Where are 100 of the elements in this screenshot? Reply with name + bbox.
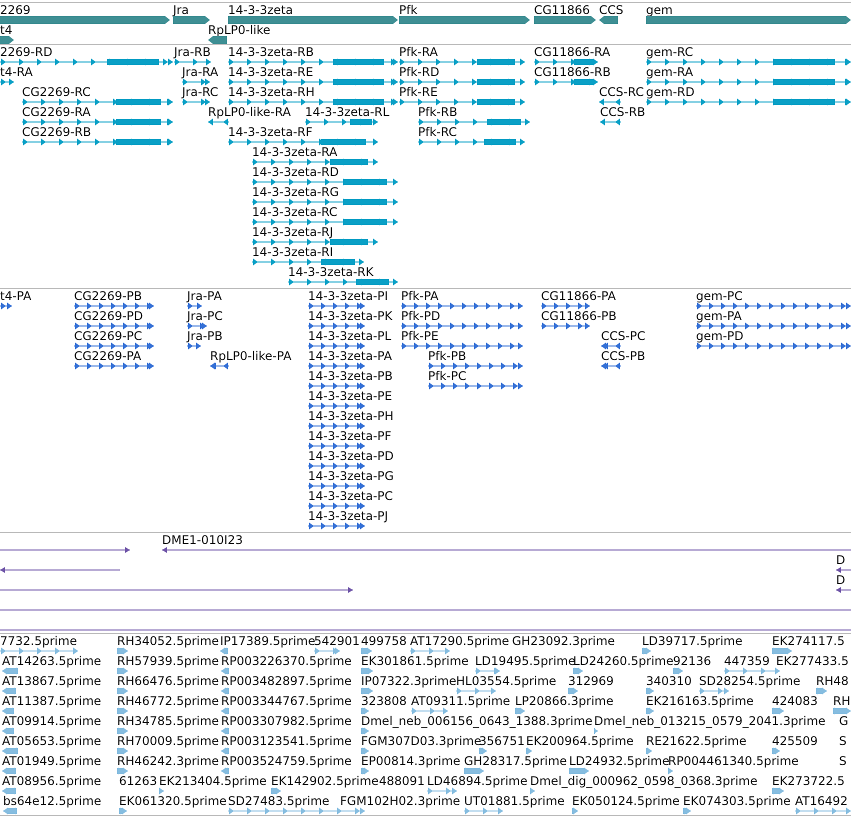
protein-label: gem-PC — [696, 289, 743, 303]
protein-label: 14-3-3zeta-PD — [308, 449, 394, 463]
transcript-label: CG2269-RC — [22, 85, 91, 99]
est-label: RP003482897.5prime — [221, 674, 352, 688]
transcript-label: gem-RA — [646, 65, 694, 79]
est-label: RE21622.5prime — [646, 734, 746, 748]
transcript-label: Pfk-RD — [399, 65, 440, 79]
protein-label: 14-3-3zeta-PA — [308, 349, 392, 363]
protein-label: CCS-PC — [601, 329, 646, 343]
est-label: AT11387.5prime — [2, 694, 102, 708]
est-label: 312969 — [568, 674, 614, 688]
transcript-label: CG11866-RB — [534, 65, 611, 79]
est-label: GH23092.3prime — [512, 634, 615, 648]
clone-label: D — [836, 553, 846, 567]
est-label: S — [839, 754, 847, 768]
est-label: AT16492 — [795, 794, 848, 808]
clone-label: DME1-010I23 — [162, 533, 243, 547]
protein-label: 14-3-3zeta-PC — [308, 489, 393, 503]
est-label: 424083 — [772, 694, 818, 708]
est-label: 92136 — [673, 654, 712, 668]
est-label: LD19495.5prime — [475, 654, 576, 668]
est-label: 542901 — [314, 634, 360, 648]
est-label: 323808 — [361, 694, 407, 708]
protein-label: gem-PD — [696, 329, 744, 343]
est-label: UT01881.5prime — [464, 794, 565, 808]
est-label: EK074303.5prime — [683, 794, 791, 808]
protein-label: 14-3-3zeta-PI — [308, 289, 388, 303]
protein-label: 14-3-3zeta-PB — [308, 369, 393, 383]
protein-label: Jra-PC — [187, 309, 223, 323]
est-label: AT09311.5prime — [411, 694, 510, 708]
est-label: 340310 — [646, 674, 692, 688]
protein-label: CG2269-PB — [74, 289, 142, 303]
est-label: RH66476.5prime — [117, 674, 219, 688]
protein-label: RpLP0-like-PA — [210, 349, 292, 363]
est-label: FGM307D03.3prime — [361, 734, 482, 748]
est-label: LD24260.5prime — [573, 654, 674, 668]
gene-label: t4 — [0, 23, 12, 37]
est-label: FGM102H02.3prime — [340, 794, 460, 808]
transcript-label: Pfk-RA — [399, 45, 438, 59]
gene-label: RpLP0-like — [208, 23, 270, 37]
gene-label: Pfk — [399, 3, 418, 17]
gene-label: 14-3-3zeta — [228, 3, 293, 17]
gene-label: gem — [646, 3, 673, 17]
gene-label: Jra — [173, 3, 189, 17]
protein-label: 14-3-3zeta-PJ — [308, 509, 388, 523]
est-label: RH46242.3prime — [117, 754, 219, 768]
transcript-label: t4-RA — [0, 65, 33, 79]
transcript-label: Pfk-RB — [418, 105, 458, 119]
gene-label: CG11866 — [534, 3, 590, 17]
transcript-label: 14-3-3zeta-RL — [305, 105, 390, 119]
transcript-label: Jra-RA — [182, 65, 218, 79]
protein-label: Pfk-PE — [401, 329, 439, 343]
transcript-label: CCS-RB — [600, 105, 646, 119]
est-label: RP003344767.5prime — [221, 694, 352, 708]
protein-label: Pfk-PA — [401, 289, 438, 303]
est-label: Dmel_neb_013215_0579_2041.3prime — [594, 714, 826, 728]
transcript-label: Pfk-RC — [418, 125, 457, 139]
est-label: RH70009.5prime — [117, 734, 219, 748]
est-label: RP003226370.5prime — [221, 654, 352, 668]
est-label: RP004461340.5prime — [668, 754, 799, 768]
est-label: LD24932.5prime — [569, 754, 670, 768]
est-label: IP17389.5prime — [220, 634, 316, 648]
protein-label: CG2269-PC — [74, 329, 142, 343]
est-label: EK274117.5 — [772, 634, 845, 648]
transcript-label: 14-3-3zeta-RA — [252, 145, 338, 159]
est-label: RH57939.5prime — [117, 654, 219, 668]
est-label: IP07322.3prime — [361, 674, 456, 688]
transcript-label: 14-3-3zeta-RD — [252, 165, 339, 179]
protein-label: Jra-PA — [187, 289, 222, 303]
protein-label: gem-PA — [696, 309, 742, 323]
protein-label: 14-3-3zeta-PE — [308, 389, 392, 403]
transcript-label: CG2269-RA — [22, 105, 91, 119]
est-label: AT17290.5prime — [410, 634, 510, 648]
est-label: S — [839, 734, 847, 748]
est-label: Dmel_dig_000962_0598_0368.3prime — [530, 774, 758, 788]
transcript-label: CG11866-RA — [534, 45, 610, 59]
est-label: EP00814.3prime — [361, 754, 460, 768]
transcript-label: Jra-RC — [182, 85, 218, 99]
est-label: EK213404.5prime — [159, 774, 267, 788]
est-label: AT08956.5prime — [2, 774, 102, 788]
transcript-label: 14-3-3zeta-RH — [228, 85, 315, 99]
protein-label: CG11866-PB — [541, 309, 617, 323]
protein-label: CG2269-PD — [74, 309, 144, 323]
est-label: 356751 — [479, 734, 525, 748]
protein-label: 14-3-3zeta-PK — [308, 309, 392, 323]
est-label: LD46894.5prime — [427, 774, 528, 788]
transcript-label: 14-3-3zeta-RJ — [252, 225, 334, 239]
est-label: 7732.5prime — [0, 634, 77, 648]
est-label: AT14263.5prime — [2, 654, 102, 668]
est-label: RP003307982.5prime — [221, 714, 352, 728]
est-label: SD27483.5prime — [228, 794, 330, 808]
gene-label: CCS — [599, 3, 624, 17]
transcript-label: CCS-RC — [599, 85, 644, 99]
est-label: RP003123541.5prime — [221, 734, 352, 748]
transcript-label: 14-3-3zeta-RE — [228, 65, 314, 79]
est-label: RH48 — [816, 674, 849, 688]
est-label: EK301861.5prime — [361, 654, 469, 668]
est-label: EK061320.5prime — [119, 794, 227, 808]
est-label: 488091 — [379, 774, 425, 788]
est-label: 425509 — [772, 734, 818, 748]
